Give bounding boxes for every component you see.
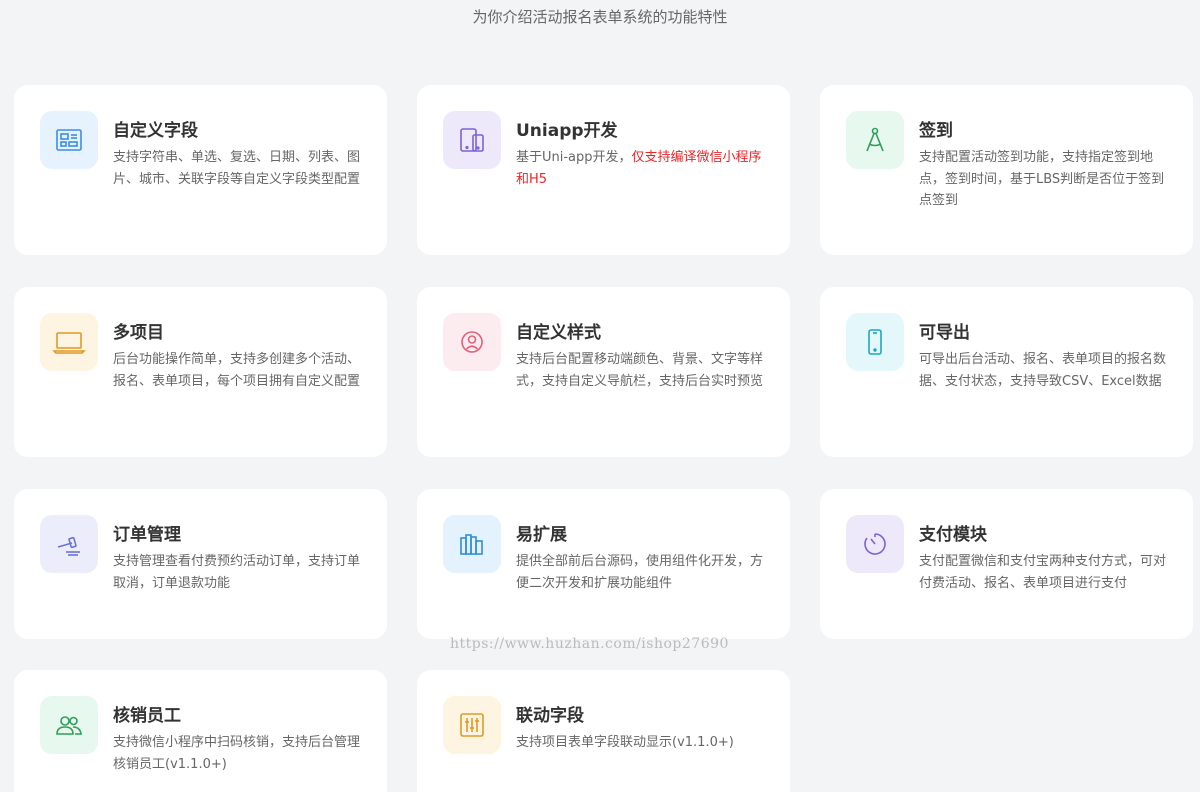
feature-desc: 后台功能操作简单，支持多创建多个活动、报名、表单项目，每个项目拥有自定义配置 bbox=[113, 352, 361, 389]
feature-title: 自定义样式 bbox=[516, 323, 601, 343]
feature-title: 核销员工 bbox=[113, 706, 181, 726]
feature-title: Uniapp开发 bbox=[516, 121, 618, 141]
gavel-icon bbox=[40, 515, 98, 573]
feature-title: 联动字段 bbox=[516, 706, 584, 726]
feature-card-checkin: 签到 支持配置活动签到功能，支持指定签到地点，签到时间，基于LBS判断是否位于签… bbox=[820, 85, 1193, 255]
feature-title: 自定义字段 bbox=[113, 121, 198, 141]
feature-title: 可导出 bbox=[919, 323, 970, 343]
feature-card-staff: 核销员工 支持微信小程序中扫码核销，支持后台管理核销员工(v1.1.0+) bbox=[14, 670, 387, 792]
feature-card-export: 可导出 可导出后台活动、报名、表单项目的报名数据、支付状态，支持导致CSV、Ex… bbox=[820, 287, 1193, 457]
feature-desc: 支持微信小程序中扫码核销，支持后台管理核销员工(v1.1.0+) bbox=[113, 735, 361, 772]
feature-card-custom-fields: 自定义字段 支持字符串、单选、复选、日期、列表、图片、城市、关联字段等自定义字段… bbox=[14, 85, 387, 255]
page-subtitle: 为你介绍活动报名表单系统的功能特性 bbox=[472, 8, 728, 26]
timer-icon bbox=[846, 515, 904, 573]
feature-card-multi-project: 多项目 后台功能操作简单，支持多创建多个活动、报名、表单项目，每个项目拥有自定义… bbox=[14, 287, 387, 457]
feature-card-payment: 支付模块 支付配置微信和支付宝两种支付方式，可对付费活动、报名、表单项目进行支付 bbox=[820, 489, 1193, 639]
feature-desc: 支持管理查看付费预约活动订单，支持订单取消，订单退款功能 bbox=[113, 554, 361, 591]
form-fields-icon bbox=[40, 111, 98, 169]
feature-title: 签到 bbox=[919, 121, 953, 141]
feature-card-uniapp: Uniapp开发 基于Uni-app开发，仅支持编译微信小程序和H5 bbox=[417, 85, 790, 255]
feature-desc: 提供全部前后台源码，使用组件化开发，方便二次开发和扩展功能组件 bbox=[516, 554, 764, 591]
feature-title: 支付模块 bbox=[919, 525, 987, 545]
feature-desc: 支付配置微信和支付宝两种支付方式，可对付费活动、报名、表单项目进行支付 bbox=[919, 554, 1167, 591]
feature-title: 订单管理 bbox=[113, 525, 181, 545]
feature-title: 易扩展 bbox=[516, 525, 567, 545]
feature-card-extensible: 易扩展 提供全部前后台源码，使用组件化开发，方便二次开发和扩展功能组件 bbox=[417, 489, 790, 639]
watermark-text: https://www.huzhan.com/ishop27690 bbox=[450, 636, 729, 652]
feature-desc: 基于Uni-app开发，仅支持编译微信小程序和H5 bbox=[516, 150, 762, 187]
feature-card-custom-style: 自定义样式 支持后台配置移动端颜色、背景、文字等样式，支持自定义导航栏，支持后台… bbox=[417, 287, 790, 457]
users-icon bbox=[40, 696, 98, 754]
feature-title: 多项目 bbox=[113, 323, 164, 343]
feature-desc: 支持项目表单字段联动显示(v1.1.0+) bbox=[516, 735, 734, 750]
compass-icon bbox=[846, 111, 904, 169]
feature-card-orders: 订单管理 支持管理查看付费预约活动订单，支持订单取消，订单退款功能 bbox=[14, 489, 387, 639]
feature-desc: 支持字符串、单选、复选、日期、列表、图片、城市、关联字段等自定义字段类型配置 bbox=[113, 150, 361, 187]
feature-desc: 支持配置活动签到功能，支持指定签到地点，签到时间，基于LBS判断是否位于签到点签… bbox=[919, 150, 1165, 208]
sliders-icon bbox=[443, 696, 501, 754]
books-icon bbox=[443, 515, 501, 573]
devices-icon bbox=[443, 111, 501, 169]
feature-card-linked-fields: 联动字段 支持项目表单字段联动显示(v1.1.0+) bbox=[417, 670, 790, 792]
user-circle-icon bbox=[443, 313, 501, 371]
phone-icon bbox=[846, 313, 904, 371]
feature-desc: 可导出后台活动、报名、表单项目的报名数据、支付状态，支持导致CSV、Excel数… bbox=[919, 352, 1167, 389]
feature-desc: 支持后台配置移动端颜色、背景、文字等样式，支持自定义导航栏，支持后台实时预览 bbox=[516, 352, 764, 389]
laptop-icon bbox=[40, 313, 98, 371]
